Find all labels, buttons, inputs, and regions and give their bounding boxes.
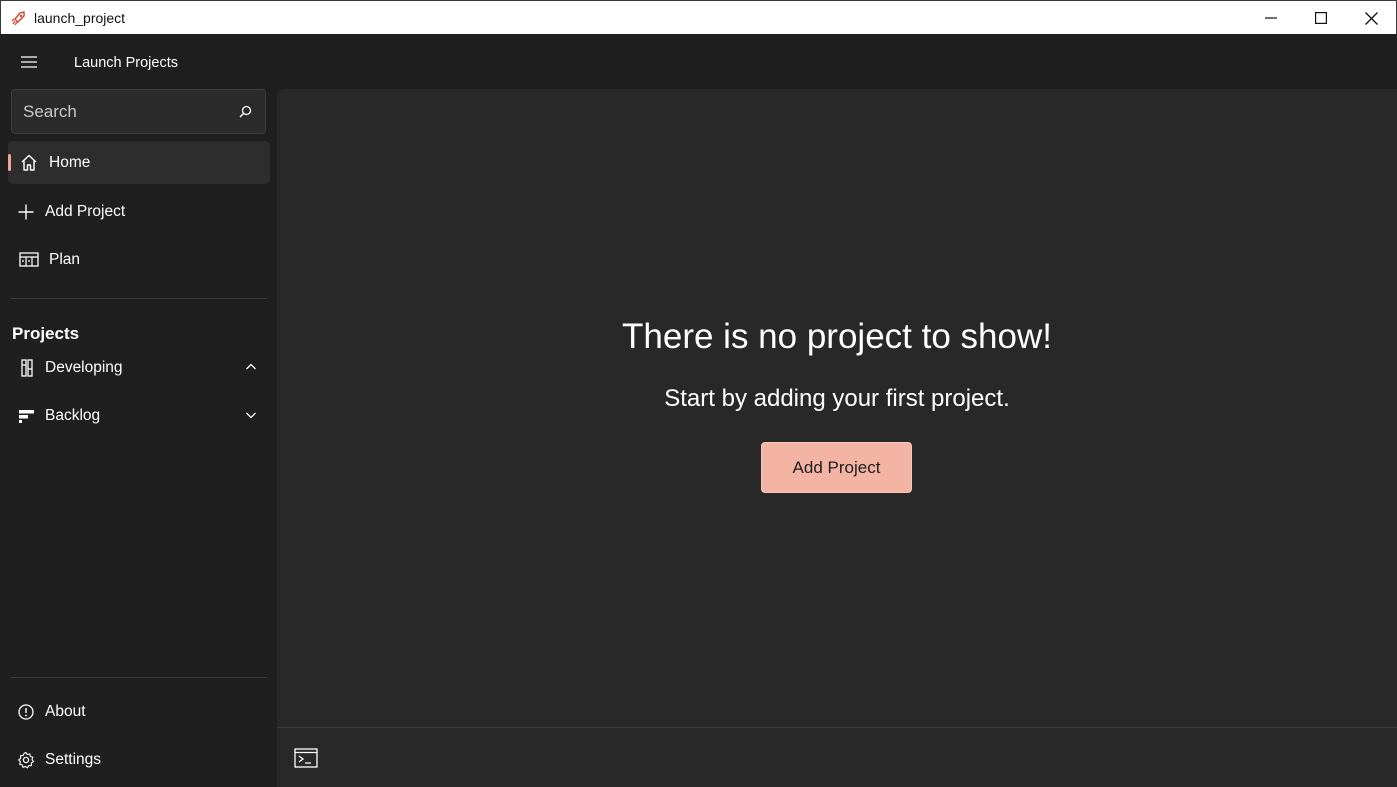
search-icon[interactable] bbox=[237, 104, 253, 120]
app-header: Launch Projects bbox=[0, 34, 1397, 89]
home-icon bbox=[19, 153, 39, 173]
search-input[interactable] bbox=[12, 90, 222, 133]
sidebar-item-label: Home bbox=[49, 153, 91, 171]
app-title: Launch Projects bbox=[74, 55, 178, 71]
developing-icon bbox=[17, 358, 37, 378]
nav-divider bbox=[11, 298, 267, 299]
maximize-button[interactable] bbox=[1298, 1, 1344, 35]
plus-icon bbox=[16, 202, 36, 222]
selection-indicator bbox=[8, 154, 11, 171]
sidebar-item-label: Settings bbox=[45, 750, 102, 768]
sidebar: Home Add Project Plan Projects Developin… bbox=[0, 89, 277, 787]
empty-state-title: There is no project to show! bbox=[622, 317, 1052, 356]
sidebar-item-about[interactable]: About bbox=[8, 690, 270, 733]
chevron-down-icon[interactable] bbox=[244, 408, 258, 422]
sidebar-item-home[interactable]: Home bbox=[8, 141, 270, 184]
sidebar-group-developing[interactable]: Developing bbox=[8, 346, 270, 389]
footer-bar bbox=[277, 727, 1397, 787]
sidebar-item-label: Developing bbox=[45, 358, 123, 376]
sidebar-item-plan[interactable]: Plan bbox=[8, 238, 270, 281]
sidebar-item-label: Backlog bbox=[45, 406, 101, 424]
sidebar-item-label: Plan bbox=[49, 250, 81, 268]
minimize-icon bbox=[1265, 17, 1277, 19]
search-box bbox=[11, 89, 266, 134]
rocket-icon bbox=[11, 11, 25, 26]
window-titlebar: launch_project bbox=[0, 0, 1397, 34]
window-title: launch_project bbox=[34, 10, 126, 26]
plan-board-icon bbox=[19, 250, 39, 270]
sidebar-item-settings[interactable]: Settings bbox=[8, 738, 270, 781]
terminal-icon[interactable] bbox=[294, 747, 318, 769]
main-content: There is no project to show! Start by ad… bbox=[277, 89, 1397, 727]
minimize-button[interactable] bbox=[1248, 1, 1294, 35]
footer-divider bbox=[11, 677, 267, 678]
sidebar-item-add-project[interactable]: Add Project bbox=[8, 190, 270, 233]
close-button[interactable] bbox=[1348, 1, 1394, 35]
sidebar-item-label: About bbox=[45, 702, 86, 720]
close-icon bbox=[1364, 11, 1378, 25]
projects-section-title: Projects bbox=[12, 324, 80, 343]
gear-icon bbox=[16, 750, 36, 770]
sidebar-group-backlog[interactable]: Backlog bbox=[8, 394, 270, 437]
chevron-up-icon[interactable] bbox=[244, 360, 258, 374]
maximize-icon bbox=[1315, 12, 1327, 24]
backlog-icon bbox=[17, 406, 37, 426]
sidebar-item-label: Add Project bbox=[45, 202, 126, 220]
info-icon bbox=[16, 702, 36, 722]
nav-toggle-button[interactable] bbox=[14, 50, 44, 74]
empty-state-subtitle: Start by adding your first project. bbox=[664, 385, 1010, 412]
add-project-button[interactable]: Add Project bbox=[761, 442, 912, 493]
hamburger-icon bbox=[21, 56, 37, 68]
